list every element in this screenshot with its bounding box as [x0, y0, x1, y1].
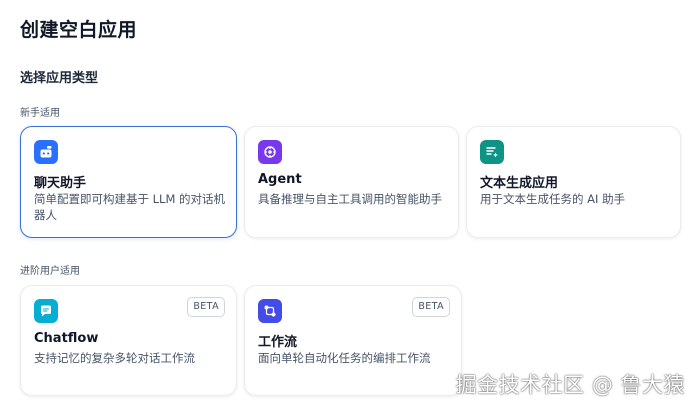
card-description: 具备推理与自主工具调用的智能助手 [258, 192, 442, 206]
card-description: 用于文本生成任务的 AI 助手 [480, 192, 626, 206]
app-type-card-chatbot[interactable]: 聊天助手 简单配置即可构建基于 LLM 的对话机器人 [20, 126, 237, 238]
agent-brain-icon [258, 140, 282, 164]
card-title: Agent [258, 172, 302, 187]
card-description: 面向单轮自动化任务的编排工作流 [258, 351, 431, 365]
app-type-card-workflow[interactable]: BETA 工作流 面向单轮自动化任务的编排工作流 [244, 285, 462, 396]
chatflow-icon [34, 299, 58, 323]
create-blank-app-dialog: 创建空白应用 选择应用类型 新手适用 聊天助手 简单配置即可构建基于 LLM 的… [0, 0, 695, 409]
app-type-card-text-generator[interactable]: 文本生成应用 用于文本生成任务的 AI 助手 [466, 126, 681, 238]
workflow-icon [258, 299, 282, 323]
card-description: 支持记忆的复杂多轮对话工作流 [34, 351, 195, 365]
section-title-app-type: 选择应用类型 [20, 71, 99, 86]
group-label-advanced: 进阶用户适用 [20, 266, 80, 277]
card-title: Chatflow [34, 331, 99, 346]
card-title: 聊天助手 [34, 176, 87, 191]
text-generator-icon [480, 140, 504, 164]
card-title: 文本生成应用 [480, 176, 559, 191]
dialog-title: 创建空白应用 [20, 19, 138, 41]
chat-robot-icon [34, 140, 58, 164]
app-type-card-chatflow[interactable]: BETA Chatflow 支持记忆的复杂多轮对话工作流 [20, 285, 237, 396]
group-label-beginner: 新手适用 [20, 108, 60, 119]
beta-badge: BETA [187, 297, 225, 317]
app-type-card-agent[interactable]: Agent 具备推理与自主工具调用的智能助手 [244, 126, 459, 238]
watermark: 掘金技术社区 @ 鲁大猿 [455, 373, 685, 397]
beta-badge: BETA [412, 297, 450, 317]
card-description: 简单配置即可构建基于 LLM 的对话机器人 [34, 192, 226, 222]
card-title: 工作流 [258, 335, 298, 350]
